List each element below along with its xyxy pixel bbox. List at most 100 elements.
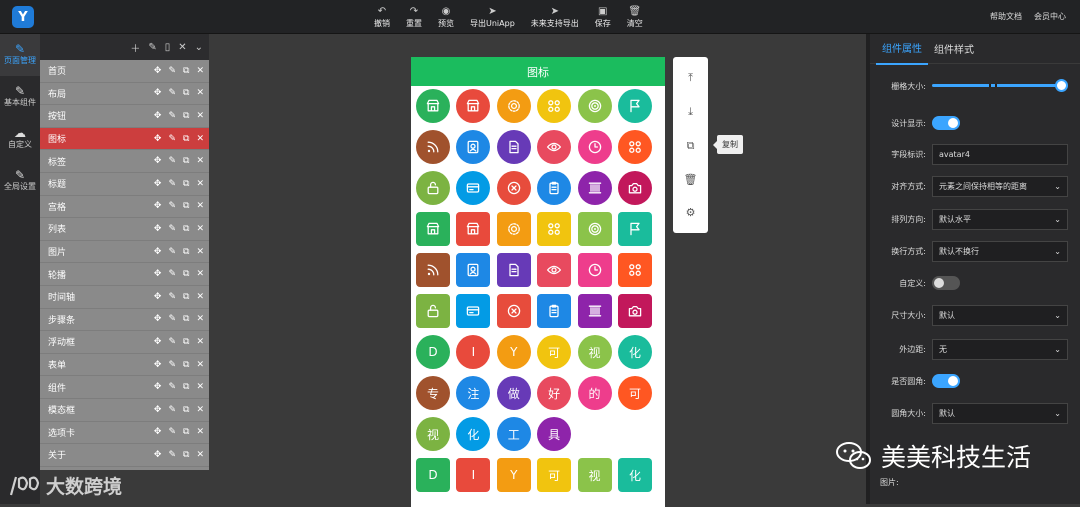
move-icon[interactable]: ✥ [154,224,162,234]
nav-item-3[interactable]: ✎ 全局设置 [0,160,40,202]
page-row[interactable]: 浮动框 ✥ ✎ ⧉ ✕ [40,331,209,354]
app-logo[interactable]: Y [12,6,34,28]
toggle-switch[interactable] [932,374,960,388]
text-input[interactable]: avatar4 [932,143,1068,165]
page-row[interactable]: 选项卡 ✥ ✎ ⧉ ✕ [40,422,209,445]
edit-icon[interactable]: ✎ [168,337,176,347]
close-icon[interactable]: ✕ [196,111,204,121]
page-row[interactable]: 组件 ✥ ✎ ⧉ ✕ [40,376,209,399]
copy-icon[interactable]: ⧉ [183,314,189,324]
grid-size-slider[interactable] [932,79,1068,93]
icon-cell[interactable] [496,130,531,164]
icon-cell[interactable] [617,171,652,205]
close-icon[interactable]: ✕ [196,450,204,460]
copy-icon[interactable]: ⧉ [183,269,189,279]
icon-cell[interactable] [496,89,531,123]
select-dropdown[interactable]: 默认 ⌄ [932,304,1068,326]
close-icon[interactable]: ✕ [196,156,204,166]
page-row[interactable]: 时间轴 ✥ ✎ ⧉ ✕ [40,286,209,309]
help-docs-link[interactable]: 帮助文档 [990,11,1022,22]
edit-icon[interactable]: ✎ [168,382,176,392]
move-icon[interactable]: ✥ [154,314,162,324]
move-icon[interactable]: ✥ [154,134,162,144]
close-icon[interactable]: ✕ [196,134,204,144]
edit-icon[interactable]: ✎ [168,360,176,370]
nav-item-0[interactable]: ✎ 页面管理 [0,34,40,76]
text-cell[interactable]: 视 [416,417,450,451]
edit-icon[interactable]: ✎ [168,224,176,234]
copy-icon[interactable]: ⧉ [183,337,189,347]
edit-icon[interactable]: ✎ [168,405,176,415]
add-page-icon[interactable]: ＋ [130,40,140,55]
text-cell[interactable]: 做 [496,376,531,410]
close-icon[interactable]: ✕ [196,247,204,257]
icon-cell[interactable] [537,253,572,287]
settings-icon[interactable]: ⚙ [686,206,696,219]
text-cell[interactable]: 化 [617,458,652,492]
edit-icon[interactable]: ✎ [168,134,176,144]
copy-icon[interactable]: ⧉ [183,134,189,144]
close-icon[interactable]: ✕ [196,269,204,279]
move-icon[interactable]: ✥ [154,111,162,121]
move-icon[interactable]: ✥ [154,269,162,279]
toolbar-button-0[interactable]: ↶ 撤销 [366,3,398,31]
copy-icon[interactable]: ⧉ [183,179,189,189]
icon-cell[interactable] [537,212,572,246]
toolbar-button-3[interactable]: ➤ 导出UniApp [462,3,523,31]
nav-item-1[interactable]: ✎ 基本组件 [0,76,40,118]
icon-cell[interactable] [496,212,531,246]
page-row[interactable]: 首页 ✥ ✎ ⧉ ✕ [40,60,209,83]
edit-icon[interactable]: ✎ [168,156,176,166]
text-cell[interactable]: 可 [537,458,572,492]
copy-icon[interactable]: ⧉ [183,247,189,257]
text-cell[interactable]: 专 [416,376,450,410]
close-icon[interactable]: ✕ [196,224,204,234]
icon-cell[interactable] [456,212,491,246]
text-cell[interactable]: 工 [496,417,531,451]
move-icon[interactable]: ✥ [154,179,162,189]
icon-cell[interactable] [416,212,450,246]
copy-icon[interactable]: ⧉ [183,111,189,121]
close-icon[interactable]: ✕ [178,42,186,53]
copy-icon[interactable]: ⧉ [183,156,189,166]
icon-cell[interactable] [537,171,572,205]
close-icon[interactable]: ✕ [196,66,204,76]
text-cell[interactable]: 视 [577,458,612,492]
page-row[interactable]: 按钮 ✥ ✎ ⧉ ✕ [40,105,209,128]
copy-icon[interactable]: ⧉ [687,139,695,153]
close-icon[interactable]: ✕ [196,382,204,392]
page-row[interactable]: 列表 ✥ ✎ ⧉ ✕ [40,218,209,241]
move-icon[interactable]: ✥ [154,360,162,370]
member-center-link[interactable]: 会员中心 [1034,11,1066,22]
copy-icon[interactable]: ⧉ [183,360,189,370]
select-dropdown[interactable]: 元素之间保持相等的距离 ⌄ [932,175,1068,197]
copy-icon[interactable]: ⧉ [183,88,189,98]
text-cell[interactable]: 可 [617,376,652,410]
icon-cell[interactable] [456,253,491,287]
text-cell[interactable]: 的 [577,376,612,410]
icon-cell[interactable] [456,294,491,328]
edit-icon[interactable]: ✎ [148,42,156,53]
close-icon[interactable]: ✕ [196,88,204,98]
text-cell[interactable]: 化 [456,417,491,451]
icon-cell[interactable] [577,253,612,287]
copy-icon[interactable]: ⧉ [183,405,189,415]
move-icon[interactable]: ✥ [154,201,162,211]
tab-1[interactable]: 组件样式 [928,33,980,64]
close-icon[interactable]: ✕ [196,314,204,324]
icon-cell[interactable] [537,130,572,164]
page-row[interactable]: 宫格 ✥ ✎ ⧉ ✕ [40,196,209,219]
select-dropdown[interactable]: 默认 ⌄ [932,402,1068,424]
move-icon[interactable]: ✥ [154,405,162,415]
text-cell[interactable]: 可 [537,335,572,369]
toolbar-button-4[interactable]: ➤ 未来支持导出 [523,3,587,31]
edit-icon[interactable]: ✎ [168,427,176,437]
edit-icon[interactable]: ✎ [168,179,176,189]
text-cell[interactable]: 注 [456,376,491,410]
copy-icon[interactable]: ⧉ [183,66,189,76]
move-icon[interactable]: ✥ [154,450,162,460]
close-icon[interactable]: ✕ [196,201,204,211]
nav-item-2[interactable]: ☁ 自定义 [0,118,40,160]
close-icon[interactable]: ✕ [196,292,204,302]
copy-icon[interactable]: ⧉ [183,450,189,460]
